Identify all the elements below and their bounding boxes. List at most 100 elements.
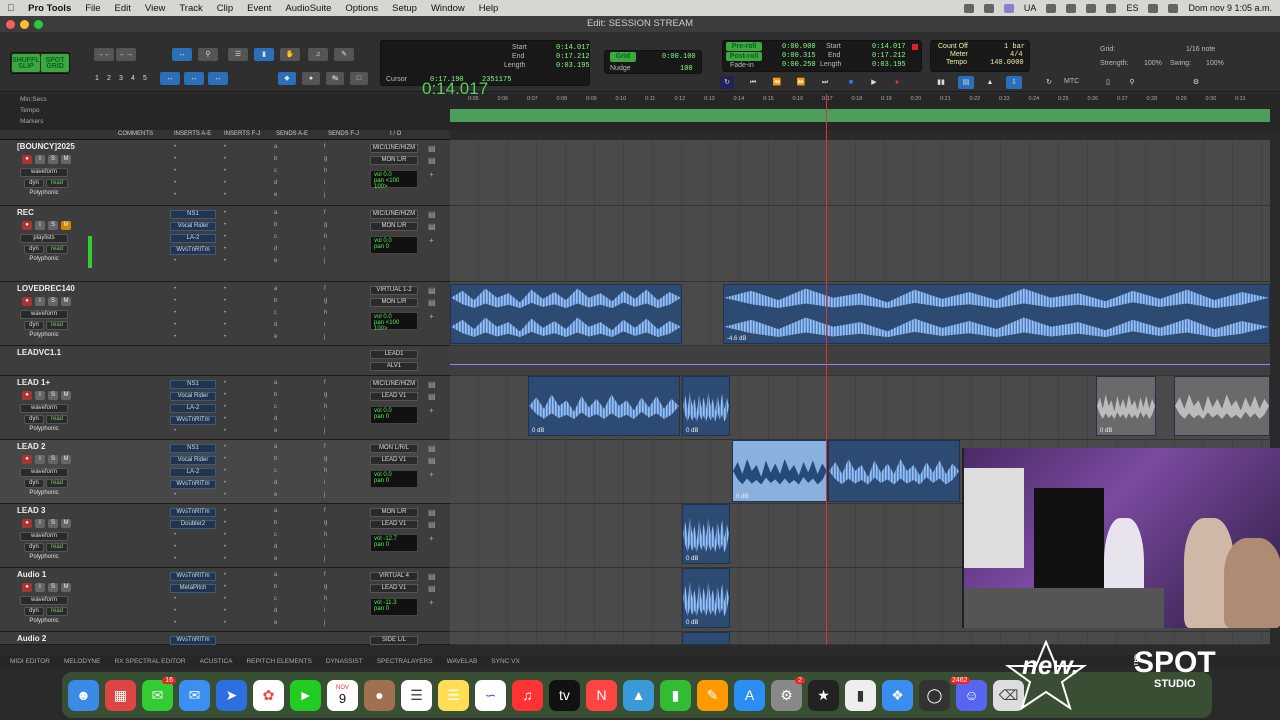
grid-label-2[interactable]: Grid: [1100, 46, 1115, 53]
menu-file[interactable]: File [78, 3, 107, 14]
zoom-in-icon[interactable]: ←→ [116, 48, 136, 61]
send-slot[interactable]: d [274, 480, 277, 486]
send-slot[interactable]: e [274, 192, 277, 198]
send-slot[interactable]: g [324, 298, 327, 304]
start-value[interactable]: 0:14.017 [556, 44, 590, 52]
track-name[interactable]: Audio 1 [17, 570, 46, 579]
system-settings-icon[interactable]: ⚙ 2 [771, 676, 805, 711]
input-selector[interactable]: MON L/R/L [370, 444, 418, 453]
insert-slot[interactable]: LA-2 [170, 468, 216, 477]
track-header[interactable]: [BOUNCY]2025 ● I S Mwaveform dyn read Polyp… [0, 140, 450, 206]
app-icon[interactable]: ▮ [845, 679, 876, 711]
swing-label[interactable]: Swing: [1170, 60, 1191, 67]
empty-insert-slot[interactable]: • [174, 180, 176, 186]
clip-gain-label[interactable]: 0 dB [532, 428, 544, 434]
input-selector[interactable]: VIRTUAL 1-2 [370, 286, 418, 295]
insert-slot[interactable]: NS1 [170, 380, 216, 389]
slip-mode-button[interactable]: SLIP [12, 62, 40, 72]
output-window-icon[interactable]: ▤ [428, 156, 436, 165]
input-selector[interactable]: MIC/LINE/HIZM [370, 210, 418, 219]
elastic-audio-mode[interactable]: Polyphonic [20, 256, 68, 265]
empty-insert-slot[interactable]: • [224, 334, 226, 340]
empty-insert-slot[interactable]: • [224, 520, 226, 526]
send-slot[interactable]: e [274, 258, 277, 264]
countoff-value[interactable]: 1 bar [1004, 43, 1025, 51]
insert-slot[interactable]: LA-2 [170, 234, 216, 243]
send-slot[interactable]: a [274, 380, 277, 386]
send-slot[interactable]: f [324, 444, 326, 450]
send-slot[interactable]: i [324, 480, 325, 486]
track-view-selector[interactable]: waveform [20, 532, 68, 541]
solo-button[interactable]: S [48, 155, 58, 164]
postroll-value[interactable]: 0:00.315 [782, 52, 816, 60]
output-selector[interactable]: LEAD V1 [370, 584, 418, 593]
automation-mode[interactable]: read [46, 321, 68, 330]
send-slot[interactable]: f [324, 380, 326, 386]
mute-button[interactable]: M [61, 391, 71, 400]
send-slot[interactable]: f [324, 210, 326, 216]
track-view-selector[interactable]: waveform [20, 404, 68, 413]
clip-gain-label[interactable]: 0 dB [1100, 428, 1112, 434]
menu-help[interactable]: Help [472, 3, 506, 14]
minsecs-ruler[interactable]: 0:05 0:06 0:07 0:08 0:09 0:10 0:11 0:12 0:13 0:14… [450, 94, 1270, 106]
pro-tools-icon[interactable]: ★ [808, 679, 839, 711]
empty-insert-slot[interactable]: • [224, 456, 226, 462]
send-slot[interactable]: j [324, 258, 325, 264]
volume-pan-display[interactable]: vol -12.7 pan 0 [370, 534, 418, 552]
numbers-icon[interactable]: ▮ [660, 679, 691, 711]
solo-button[interactable]: S [48, 221, 58, 230]
track-lane[interactable] [450, 206, 1270, 282]
automation-lane[interactable] [450, 346, 1270, 376]
end-value[interactable]: 0:17.212 [556, 53, 590, 61]
input-monitor-button[interactable]: I [35, 221, 45, 230]
contacts-icon[interactable]: ● [364, 679, 395, 711]
send-slot[interactable]: f [324, 508, 326, 514]
automation-mode[interactable]: read [46, 415, 68, 424]
finder-icon[interactable]: ☻ [68, 679, 99, 711]
grid-value-2[interactable]: 1/16 note [1186, 46, 1215, 53]
solo-button[interactable]: S [48, 583, 58, 592]
start-value-2[interactable]: 0:14.017 [872, 43, 906, 51]
menu-clip[interactable]: Clip [210, 3, 240, 14]
mute-button[interactable]: M [61, 155, 71, 164]
solo-button[interactable]: S [48, 519, 58, 528]
pan-value[interactable]: 0 [386, 478, 389, 484]
zoom-out-icon[interactable]: →← [94, 48, 114, 61]
empty-insert-slot[interactable]: • [174, 168, 176, 174]
input-selector[interactable]: VIRTUAL 4 [370, 572, 418, 581]
add-icon[interactable]: + [429, 598, 434, 607]
empty-insert-slot[interactable]: • [224, 156, 226, 162]
end-value-2[interactable]: 0:17.212 [872, 52, 906, 60]
elastic-audio-mode[interactable]: Polyphonic [20, 426, 68, 435]
empty-insert-slot[interactable]: • [224, 322, 226, 328]
app-store-icon[interactable]: A [734, 679, 765, 711]
mute-button[interactable]: M [61, 519, 71, 528]
empty-insert-slot[interactable]: • [224, 596, 226, 602]
length-value-2[interactable]: 0:03.195 [872, 61, 906, 69]
send-slot[interactable]: j [324, 334, 325, 340]
plugin-tab[interactable]: MELODYNE [64, 658, 100, 665]
empty-insert-slot[interactable]: • [224, 168, 226, 174]
audio-clip[interactable]: 0 dB [1096, 376, 1156, 436]
empty-insert-slot[interactable]: • [174, 192, 176, 198]
solo-button[interactable]: S [48, 455, 58, 464]
plugin-tab[interactable]: SYNC VX [491, 658, 520, 665]
music-icon[interactable]: ♫ [512, 679, 543, 711]
playhead-cursor[interactable] [826, 94, 827, 645]
input-monitor-button[interactable]: I [35, 155, 45, 164]
empty-insert-slot[interactable]: • [224, 144, 226, 150]
send-slot[interactable]: g [324, 392, 327, 398]
track-name[interactable]: LEAD 1+ [17, 378, 50, 387]
send-slot[interactable]: a [274, 572, 277, 578]
search-tool-icon[interactable]: ⚲ [198, 48, 218, 61]
pan-value[interactable]: 0 [386, 414, 389, 420]
mode-icon[interactable]: ↔ [208, 72, 228, 85]
automation-mode[interactable]: read [46, 179, 68, 188]
solo-button[interactable]: S [48, 297, 58, 306]
track-dyn-button[interactable]: dyn [24, 321, 44, 330]
send-slot[interactable]: j [324, 428, 325, 434]
stop-icon[interactable]: ■ [844, 76, 858, 89]
record-enable-button[interactable]: ● [22, 519, 32, 528]
send-slot[interactable]: b [274, 392, 277, 398]
send-slot[interactable]: h [324, 168, 327, 174]
